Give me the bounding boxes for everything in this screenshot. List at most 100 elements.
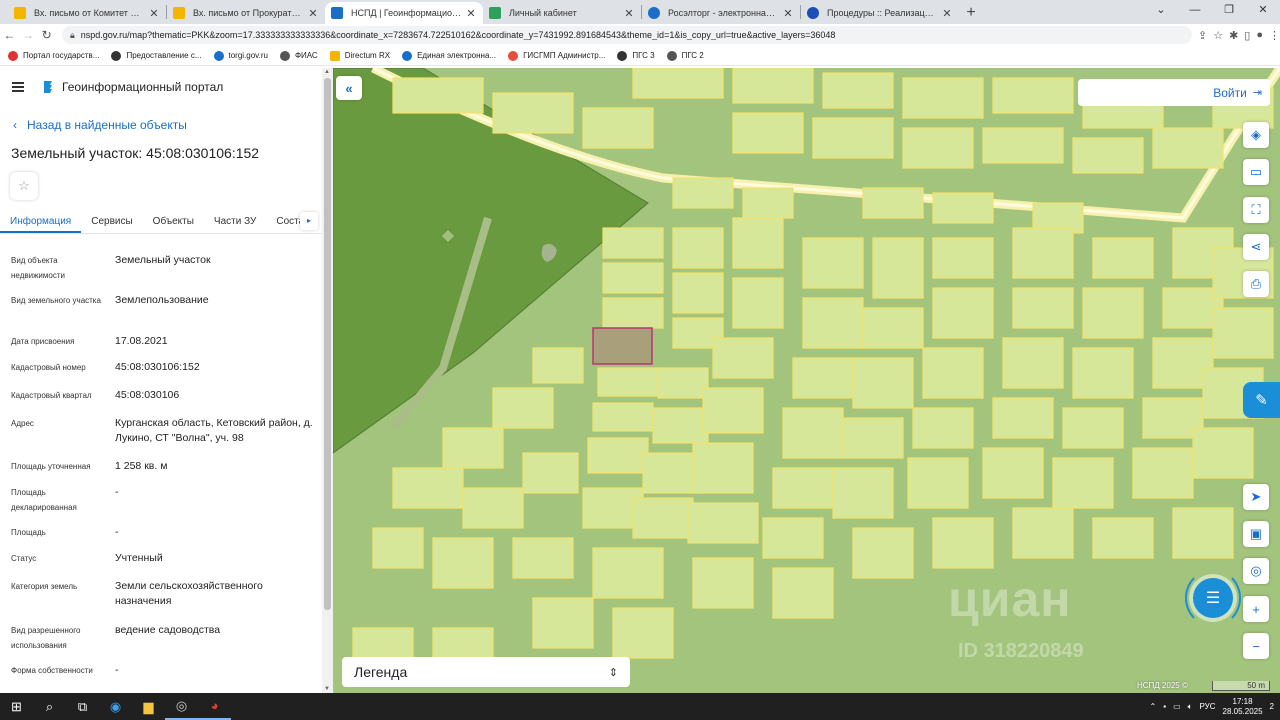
star-icon: ☆ xyxy=(18,178,30,193)
print-button[interactable]: ⎙ xyxy=(1243,271,1269,297)
selected-parcel[interactable] xyxy=(592,327,653,365)
close-icon[interactable]: ✕ xyxy=(465,7,477,20)
browser-tab-active[interactable]: НСПД | Геоинформационный п✕ xyxy=(325,2,483,24)
bookmark[interactable]: ПГС 2 xyxy=(666,50,704,61)
volume-icon[interactable]: 🔈︎ xyxy=(1188,702,1193,712)
profile-icon[interactable]: ● xyxy=(1256,29,1263,42)
menu-icon[interactable]: ⋮ xyxy=(1269,29,1280,42)
copyright: НСПД 2025 © xyxy=(1137,681,1188,690)
close-icon[interactable]: ✕ xyxy=(148,7,160,20)
tabs-scroll-right-button[interactable]: ▸ xyxy=(300,212,318,230)
tab-information[interactable]: Информация xyxy=(0,210,82,233)
bookmark[interactable]: Directum RX xyxy=(329,50,390,61)
tab-favicon-icon xyxy=(173,7,185,19)
close-icon[interactable]: ✕ xyxy=(623,7,635,20)
panel-scrollbar[interactable]: ▲ ▼ xyxy=(322,68,333,693)
tab-parts[interactable]: Части ЗУ xyxy=(204,210,266,233)
notification-count[interactable]: 2 xyxy=(1270,702,1274,711)
print-icon: ⎙ xyxy=(1250,276,1262,291)
close-icon[interactable]: ✕ xyxy=(941,7,953,20)
browser-tab[interactable]: Росэлторг - электронная торгов✕ xyxy=(642,2,800,24)
watermark: циан xyxy=(948,571,1072,627)
restore-icon[interactable]: ❐ xyxy=(1212,0,1246,22)
browser-tab[interactable]: Личный кабинет ✕ xyxy=(483,2,641,24)
tray-chevron-icon[interactable]: ⌃ xyxy=(1150,702,1157,711)
measure-button[interactable]: ▭ xyxy=(1243,159,1269,185)
start-icon[interactable]: ⊞ xyxy=(0,693,33,720)
network-icon[interactable]: ▭ xyxy=(1173,702,1181,711)
bookmark[interactable]: ФИАС xyxy=(279,50,318,61)
bookmark-star-icon[interactable]: ☆ xyxy=(1213,29,1223,42)
bookmark[interactable]: torgi.gov.ru xyxy=(213,50,268,61)
minimize-icon[interactable]: — xyxy=(1178,0,1212,22)
app-icon[interactable]: ◎ xyxy=(165,693,198,720)
tab-services[interactable]: Сервисы xyxy=(81,210,142,233)
url-field[interactable]: 🔒︎ nspd.gov.ru/map?thematic=PKK&zoom=17.… xyxy=(61,26,1192,44)
edge-icon[interactable]: ◉ xyxy=(99,693,132,720)
tab-objects[interactable]: Объекты xyxy=(143,210,204,233)
windows-taskbar: ⊞ ⌕ ⧉ ◉ ▆ ◎ ◕ ⌃ ▪ ▭ 🔈︎ РУС 17:18 28.05.20… xyxy=(0,693,1280,720)
map-canvas[interactable] xyxy=(333,68,1280,693)
chat-bubble-button[interactable]: ☰ xyxy=(1193,578,1233,618)
location-search-button[interactable]: ◎ xyxy=(1243,558,1269,584)
feedback-button[interactable]: ✎ xyxy=(1243,382,1280,418)
layers-icon: ◈ xyxy=(1251,127,1261,142)
scroll-down-icon[interactable]: ▼ xyxy=(324,686,330,692)
layers-button[interactable]: ◈ xyxy=(1243,122,1269,148)
file-explorer-icon[interactable]: ▆ xyxy=(132,693,165,720)
language-indicator[interactable]: РУС xyxy=(1199,702,1215,711)
zoom-in-button[interactable]: + xyxy=(1243,596,1269,622)
scrollbar-thumb[interactable] xyxy=(324,78,331,610)
bookmark[interactable]: Предоставление с... xyxy=(111,50,202,61)
extensions-icon[interactable]: ✱ xyxy=(1229,29,1238,42)
minimap-button[interactable]: ▣ xyxy=(1243,521,1269,547)
favorite-star-button[interactable]: ☆ xyxy=(10,172,38,200)
bookmark-icon xyxy=(666,50,677,61)
window-controls: ⌄ — ❐ ✕ xyxy=(1144,0,1280,22)
sidepanel-icon[interactable]: ▯ xyxy=(1244,29,1250,42)
scroll-up-icon[interactable]: ▲ xyxy=(324,69,330,75)
zoom-out-button[interactable]: − xyxy=(1243,633,1269,659)
share-button[interactable]: ⋖ xyxy=(1243,234,1269,260)
bookmark-icon xyxy=(402,50,413,61)
browser-tab[interactable]: Вх. письмо от Комитет по упра✕ xyxy=(8,2,166,24)
tray-app-icon[interactable]: ▪ xyxy=(1163,702,1166,711)
close-icon[interactable]: ✕ xyxy=(782,7,794,20)
cadastral-map[interactable] xyxy=(333,68,1280,693)
browser-tab[interactable]: Процедуры :: Реализация госим✕ xyxy=(801,2,959,24)
clock[interactable]: 17:18 28.05.2025 xyxy=(1223,697,1263,717)
select-area-button[interactable]: ⛶ xyxy=(1243,197,1269,223)
bookmark-icon xyxy=(279,50,290,61)
hamburger-menu-icon[interactable] xyxy=(12,82,24,92)
collapse-panel-button[interactable]: « xyxy=(336,76,362,100)
forward-arrow-icon[interactable]: → xyxy=(19,28,38,42)
bookmark[interactable]: ГИСГМП Администр... xyxy=(508,50,605,61)
tab-favicon-icon xyxy=(648,7,660,19)
select-area-icon: ⛶ xyxy=(1251,202,1261,217)
login-button[interactable]: Войти ⇥ xyxy=(1078,79,1270,106)
tab-favicon-icon xyxy=(14,7,26,19)
reload-icon[interactable]: ↻ xyxy=(37,28,56,42)
bookmark[interactable]: Портал государств... xyxy=(8,50,99,61)
browser-tab[interactable]: Вх. письмо от Прокуратура Кет✕ xyxy=(167,2,325,24)
close-window-icon[interactable]: ✕ xyxy=(1246,0,1280,22)
bookmark[interactable]: ПГС 3 xyxy=(617,50,655,61)
new-tab-button[interactable]: + xyxy=(959,2,983,24)
info-panel: Геоинформационный портал ‹ Назад в найден… xyxy=(0,68,333,693)
system-tray: ⌃ ▪ ▭ 🔈︎ РУС 17:18 28.05.2025 2 xyxy=(1150,693,1274,720)
back-link[interactable]: ‹ Назад в найденные объекты xyxy=(13,118,187,132)
bookmark[interactable]: Единая электронна... xyxy=(402,50,496,61)
search-icon[interactable]: ⌕ xyxy=(33,693,66,720)
legend-dropdown[interactable]: Легенда ⇕ xyxy=(342,657,630,687)
bookmark-icon xyxy=(213,50,224,61)
task-view-icon[interactable]: ⧉ xyxy=(66,693,99,720)
location-search-icon: ◎ xyxy=(1250,563,1262,578)
close-icon[interactable]: ✕ xyxy=(307,7,319,20)
geolocate-button[interactable]: ➤ xyxy=(1243,484,1269,510)
chrome-icon[interactable]: ◕ xyxy=(198,693,231,720)
lock-icon[interactable]: 🔒︎ xyxy=(70,30,75,41)
navigation-arrow-icon: ➤ xyxy=(1250,489,1262,504)
back-arrow-icon[interactable]: ← xyxy=(0,28,19,42)
tab-search-icon[interactable]: ⌄ xyxy=(1144,0,1178,22)
share-icon[interactable]: ⇪ xyxy=(1198,29,1207,42)
